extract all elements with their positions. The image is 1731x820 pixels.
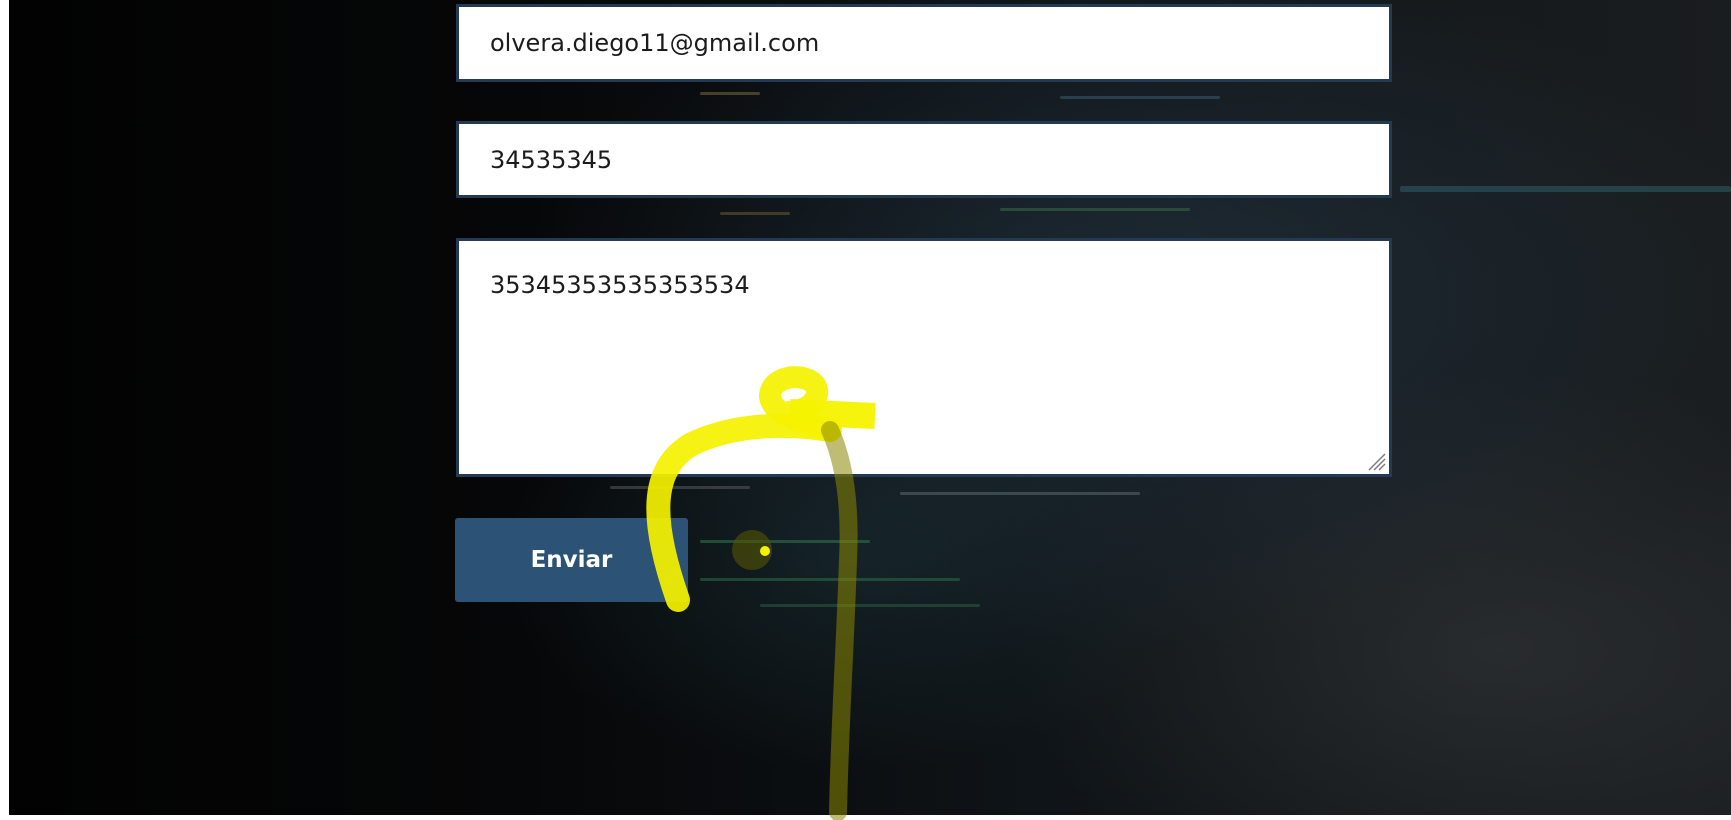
email-field-value: olvera.diego11@gmail.com [490,29,820,57]
annotation-stroke-faded [821,421,858,820]
resize-grip-icon[interactable] [1366,451,1386,471]
background-code-streak [720,212,790,215]
phone-field[interactable]: 34535345 [456,121,1392,198]
phone-field-value: 34535345 [490,145,613,174]
cursor-highlight-icon [732,530,772,570]
left-edge-strip [0,0,9,820]
message-textarea[interactable]: 35345353535353534 [456,238,1392,477]
background-code-streak [610,486,750,489]
background-code-streak [900,492,1140,495]
background-code-streak [1060,96,1220,99]
page-background: olvera.diego11@gmail.com 34535345 353453… [0,0,1731,820]
cursor-dot-icon [760,546,770,556]
submit-button[interactable]: Enviar [455,518,688,602]
message-textarea-value: 35345353535353534 [490,271,750,299]
background-code-streak [700,92,760,95]
background-code-streak [700,578,960,581]
background-code-streak [1000,208,1190,211]
background-code-streak [1400,186,1731,192]
background-code-streak [700,540,870,543]
email-field[interactable]: olvera.diego11@gmail.com [456,4,1392,82]
background-code-streak [760,604,980,607]
bottom-edge-strip [0,815,1731,820]
